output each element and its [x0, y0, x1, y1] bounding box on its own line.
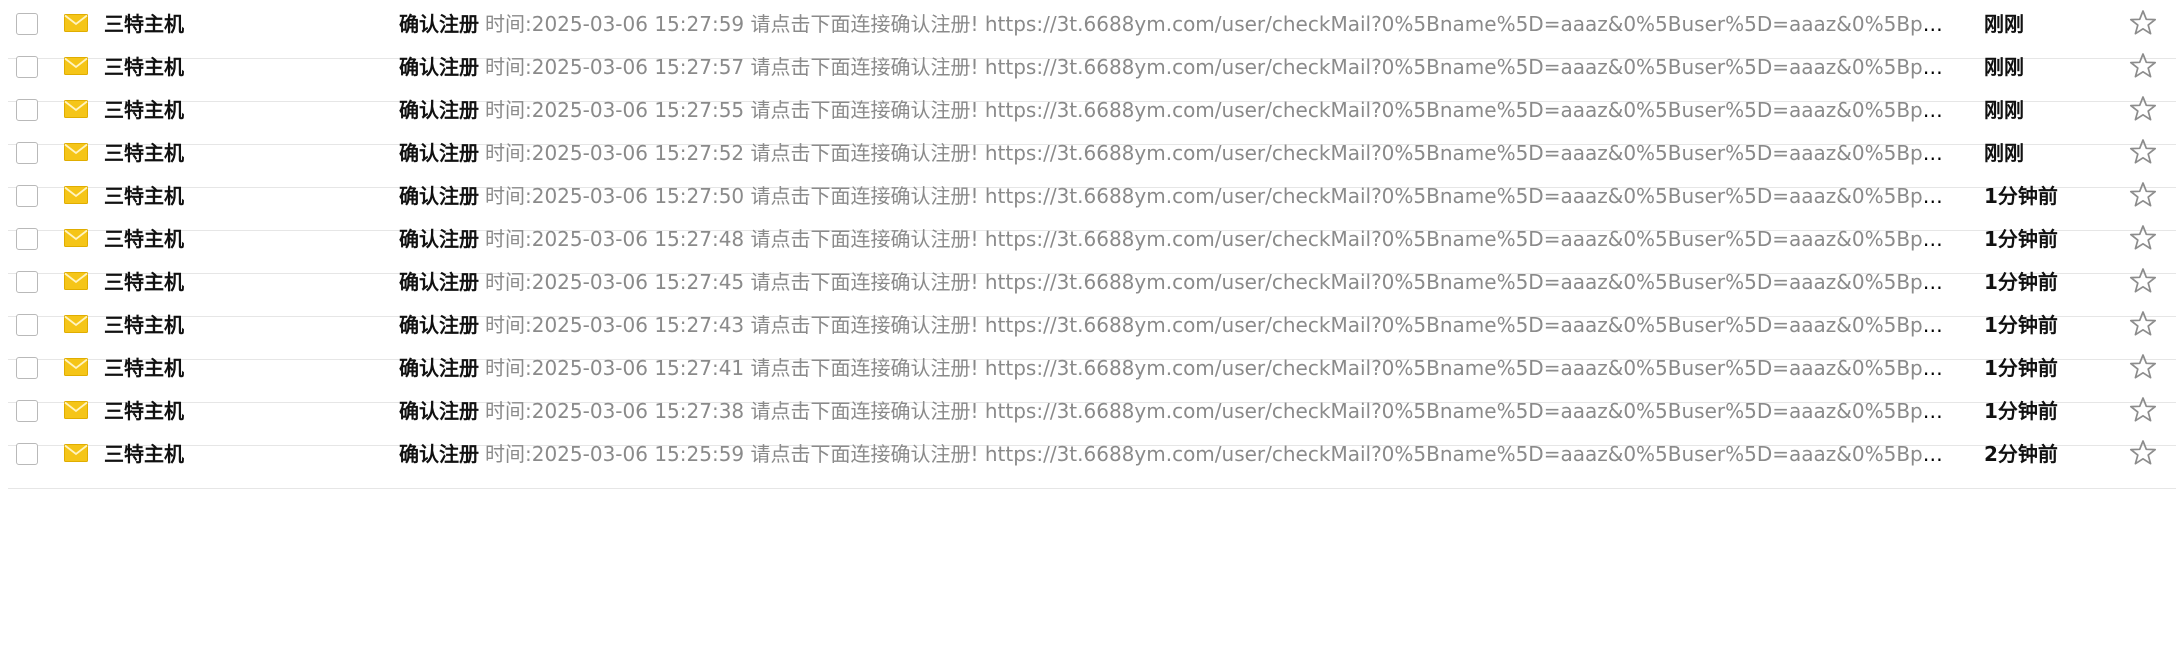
received-time: 2分钟前: [1984, 442, 2058, 466]
sender-name[interactable]: 三特主机: [104, 439, 184, 469]
envelope-icon: [64, 57, 88, 75]
star-icon[interactable]: [2128, 395, 2158, 425]
sender-name[interactable]: 三特主机: [104, 9, 184, 39]
row-checkbox[interactable]: [16, 13, 38, 35]
mail-preview: 时间:2025-03-06 15:27:45 请点击下面连接确认注册! http…: [485, 270, 1954, 294]
received-time: 1分钟前: [1984, 184, 2058, 208]
sender-name[interactable]: 三特主机: [104, 396, 184, 426]
mail-summary[interactable]: 确认注册 时间:2025-03-06 15:27:48 请点击下面连接确认注册! …: [399, 224, 1954, 254]
mail-summary[interactable]: 确认注册 时间:2025-03-06 15:27:45 请点击下面连接确认注册! …: [399, 267, 1954, 297]
star-icon[interactable]: [2128, 8, 2158, 38]
mail-summary[interactable]: 确认注册 时间:2025-03-06 15:27:50 请点击下面连接确认注册! …: [399, 181, 1954, 211]
received-time: 1分钟前: [1984, 313, 2058, 337]
envelope-icon: [64, 143, 88, 161]
star-icon[interactable]: [2128, 137, 2158, 167]
received-time: 1分钟前: [1984, 399, 2058, 423]
mail-subject: 确认注册: [399, 399, 479, 423]
sender-name[interactable]: 三特主机: [104, 353, 184, 383]
envelope-icon: [64, 444, 88, 462]
sender-name[interactable]: 三特主机: [104, 95, 184, 125]
mail-preview: 时间:2025-03-06 15:27:38 请点击下面连接确认注册! http…: [485, 399, 1954, 423]
mail-summary[interactable]: 确认注册 时间:2025-03-06 15:27:38 请点击下面连接确认注册! …: [399, 396, 1954, 426]
sender-name[interactable]: 三特主机: [104, 138, 184, 168]
mail-summary[interactable]: 确认注册 时间:2025-03-06 15:27:43 请点击下面连接确认注册! …: [399, 310, 1954, 340]
star-icon[interactable]: [2128, 51, 2158, 81]
envelope-icon: [64, 186, 88, 204]
envelope-icon: [64, 315, 88, 333]
row-checkbox[interactable]: [16, 56, 38, 78]
mail-preview: 时间:2025-03-06 15:25:59 请点击下面连接确认注册! http…: [485, 442, 1954, 466]
received-time: 1分钟前: [1984, 356, 2058, 380]
mail-subject: 确认注册: [399, 356, 479, 380]
row-checkbox[interactable]: [16, 185, 38, 207]
envelope-icon: [64, 229, 88, 247]
received-time: 1分钟前: [1984, 270, 2058, 294]
row-checkbox[interactable]: [16, 443, 38, 465]
mail-summary[interactable]: 确认注册 时间:2025-03-06 15:27:57 请点击下面连接确认注册! …: [399, 52, 1954, 82]
mail-subject: 确认注册: [399, 12, 479, 36]
received-time: 刚刚: [1984, 12, 2024, 36]
mail-subject: 确认注册: [399, 141, 479, 165]
mail-subject: 确认注册: [399, 98, 479, 122]
mail-summary[interactable]: 确认注册 时间:2025-03-06 15:27:59 请点击下面连接确认注册! …: [399, 9, 1954, 39]
row-checkbox[interactable]: [16, 99, 38, 121]
received-time: 刚刚: [1984, 55, 2024, 79]
row-checkbox[interactable]: [16, 400, 38, 422]
mail-summary[interactable]: 确认注册 时间:2025-03-06 15:27:52 请点击下面连接确认注册! …: [399, 138, 1954, 168]
received-time: 刚刚: [1984, 141, 2024, 165]
received-time: 1分钟前: [1984, 227, 2058, 251]
mail-subject: 确认注册: [399, 313, 479, 337]
mail-preview: 时间:2025-03-06 15:27:59 请点击下面连接确认注册! http…: [485, 12, 1954, 36]
sender-name[interactable]: 三特主机: [104, 224, 184, 254]
envelope-icon: [64, 358, 88, 376]
row-checkbox[interactable]: [16, 142, 38, 164]
star-icon[interactable]: [2128, 309, 2158, 339]
mail-preview: 时间:2025-03-06 15:27:52 请点击下面连接确认注册! http…: [485, 141, 1954, 165]
mail-preview: 时间:2025-03-06 15:27:50 请点击下面连接确认注册! http…: [485, 184, 1954, 208]
mail-subject: 确认注册: [399, 442, 479, 466]
mail-preview: 时间:2025-03-06 15:27:57 请点击下面连接确认注册! http…: [485, 55, 1954, 79]
row-checkbox[interactable]: [16, 271, 38, 293]
mail-preview: 时间:2025-03-06 15:27:43 请点击下面连接确认注册! http…: [485, 313, 1954, 337]
mail-summary[interactable]: 确认注册 时间:2025-03-06 15:27:55 请点击下面连接确认注册! …: [399, 95, 1954, 125]
star-icon[interactable]: [2128, 266, 2158, 296]
star-icon[interactable]: [2128, 94, 2158, 124]
sender-name[interactable]: 三特主机: [104, 267, 184, 297]
envelope-icon: [64, 272, 88, 290]
star-icon[interactable]: [2128, 180, 2158, 210]
row-checkbox[interactable]: [16, 357, 38, 379]
mail-summary[interactable]: 确认注册 时间:2025-03-06 15:27:41 请点击下面连接确认注册! …: [399, 353, 1954, 383]
mail-row[interactable]: 三特主机 确认注册 时间:2025-03-06 15:25:59 请点击下面连接确…: [8, 430, 2176, 489]
mail-subject: 确认注册: [399, 184, 479, 208]
row-checkbox[interactable]: [16, 228, 38, 250]
row-checkbox[interactable]: [16, 314, 38, 336]
mail-subject: 确认注册: [399, 55, 479, 79]
mail-summary[interactable]: 确认注册 时间:2025-03-06 15:25:59 请点击下面连接确认注册! …: [399, 439, 1954, 469]
envelope-icon: [64, 401, 88, 419]
sender-name[interactable]: 三特主机: [104, 52, 184, 82]
star-icon[interactable]: [2128, 438, 2158, 468]
received-time: 刚刚: [1984, 98, 2024, 122]
mail-preview: 时间:2025-03-06 15:27:41 请点击下面连接确认注册! http…: [485, 356, 1954, 380]
mail-subject: 确认注册: [399, 227, 479, 251]
mail-preview: 时间:2025-03-06 15:27:48 请点击下面连接确认注册! http…: [485, 227, 1954, 251]
envelope-icon: [64, 14, 88, 32]
sender-name[interactable]: 三特主机: [104, 310, 184, 340]
star-icon[interactable]: [2128, 352, 2158, 382]
envelope-icon: [64, 100, 88, 118]
mail-preview: 时间:2025-03-06 15:27:55 请点击下面连接确认注册! http…: [485, 98, 1954, 122]
sender-name[interactable]: 三特主机: [104, 181, 184, 211]
star-icon[interactable]: [2128, 223, 2158, 253]
mail-list: 三特主机 确认注册 时间:2025-03-06 15:27:59 请点击下面连接确…: [0, 0, 2178, 659]
mail-subject: 确认注册: [399, 270, 479, 294]
